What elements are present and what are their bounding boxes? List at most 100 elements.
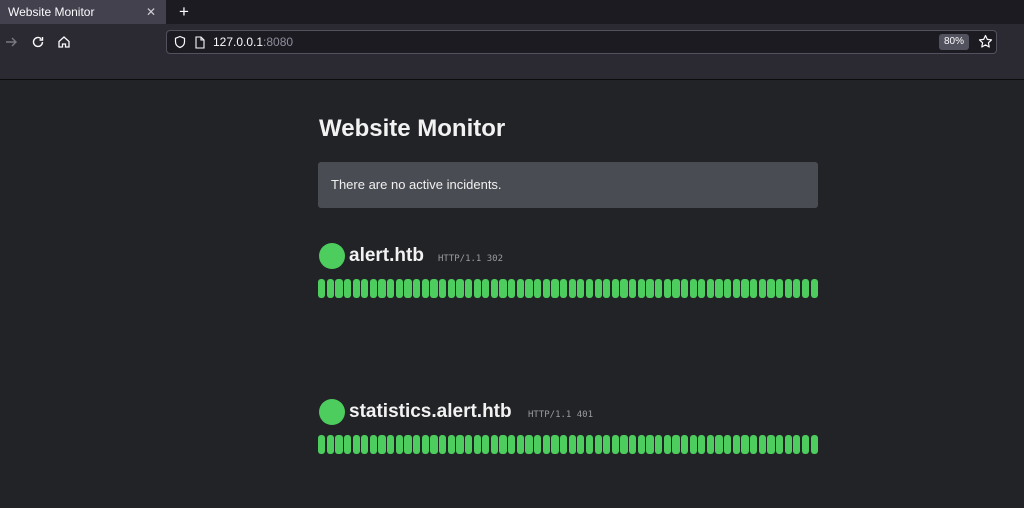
uptime-bar[interactable] <box>395 435 404 454</box>
uptime-bar[interactable] <box>620 279 628 298</box>
uptime-bar[interactable] <box>680 435 689 454</box>
zoom-level-button[interactable]: 80% <box>939 34 970 50</box>
uptime-bar[interactable] <box>421 435 429 454</box>
uptime-bar[interactable] <box>637 435 645 454</box>
uptime-bar[interactable] <box>318 279 326 298</box>
uptime-bar[interactable] <box>490 435 499 454</box>
shield-icon[interactable] <box>173 35 187 49</box>
uptime-bar[interactable] <box>611 435 620 454</box>
uptime-bar[interactable] <box>663 435 671 454</box>
uptime-bar[interactable] <box>732 435 740 454</box>
uptime-bar[interactable] <box>534 279 542 298</box>
uptime-bar[interactable] <box>490 279 499 298</box>
uptime-bar[interactable] <box>810 279 818 298</box>
uptime-bar[interactable] <box>369 435 378 454</box>
uptime-bar[interactable] <box>464 435 473 454</box>
uptime-bar[interactable] <box>404 279 412 298</box>
uptime-bar[interactable] <box>784 279 792 298</box>
uptime-bar[interactable] <box>508 279 516 298</box>
uptime-bar[interactable] <box>801 279 810 298</box>
new-tab-button[interactable]: + <box>174 2 194 22</box>
uptime-bar[interactable] <box>568 279 576 298</box>
uptime-bar[interactable] <box>775 279 784 298</box>
uptime-bar[interactable] <box>577 279 585 298</box>
uptime-bar[interactable] <box>663 279 671 298</box>
page-icon[interactable] <box>194 36 206 49</box>
uptime-bar[interactable] <box>430 279 438 298</box>
close-icon[interactable]: ✕ <box>144 5 158 19</box>
uptime-bar[interactable] <box>378 279 386 298</box>
bookmark-star-icon[interactable] <box>978 34 993 49</box>
uptime-bar[interactable] <box>456 279 464 298</box>
uptime-bar[interactable] <box>559 435 568 454</box>
uptime-bar[interactable] <box>758 435 766 454</box>
uptime-bar[interactable] <box>767 435 775 454</box>
uptime-bar[interactable] <box>361 279 369 298</box>
uptime-bar[interactable] <box>689 435 697 454</box>
uptime-bar[interactable] <box>447 279 455 298</box>
uptime-bar[interactable] <box>741 279 749 298</box>
uptime-bar[interactable] <box>698 279 706 298</box>
uptime-bar[interactable] <box>750 435 758 454</box>
uptime-bar[interactable] <box>568 435 576 454</box>
uptime-bar[interactable] <box>343 435 352 454</box>
uptime-bar[interactable] <box>672 435 680 454</box>
uptime-bar[interactable] <box>482 435 490 454</box>
uptime-bar[interactable] <box>603 279 611 298</box>
url-bar[interactable]: 127.0.0.1:8080 80% <box>166 30 997 54</box>
uptime-bar[interactable] <box>810 435 818 454</box>
uptime-bar[interactable] <box>577 435 585 454</box>
forward-button[interactable] <box>0 31 22 53</box>
uptime-bar[interactable] <box>646 435 654 454</box>
uptime-bar[interactable] <box>706 435 715 454</box>
uptime-bar[interactable] <box>473 435 481 454</box>
uptime-bar[interactable] <box>741 435 749 454</box>
uptime-bar[interactable] <box>732 279 740 298</box>
uptime-bar[interactable] <box>767 279 775 298</box>
uptime-bar[interactable] <box>594 279 602 298</box>
uptime-bar[interactable] <box>335 435 343 454</box>
uptime-bar[interactable] <box>473 279 481 298</box>
uptime-bar[interactable] <box>361 435 369 454</box>
uptime-bar[interactable] <box>620 435 628 454</box>
uptime-bar[interactable] <box>793 435 801 454</box>
uptime-bar[interactable] <box>369 279 378 298</box>
uptime-bar[interactable] <box>404 435 412 454</box>
uptime-bar[interactable] <box>698 435 706 454</box>
uptime-bar[interactable] <box>784 435 792 454</box>
uptime-bar[interactable] <box>750 279 758 298</box>
tab-website-monitor[interactable]: Website Monitor ✕ <box>0 0 166 24</box>
uptime-bar[interactable] <box>594 435 602 454</box>
uptime-bar[interactable] <box>438 279 447 298</box>
uptime-bar[interactable] <box>724 435 732 454</box>
uptime-bar[interactable] <box>335 279 343 298</box>
uptime-bar[interactable] <box>758 279 766 298</box>
uptime-bar[interactable] <box>775 435 784 454</box>
uptime-bar[interactable] <box>387 435 395 454</box>
uptime-bar[interactable] <box>430 435 438 454</box>
uptime-bar[interactable] <box>585 435 594 454</box>
uptime-bar[interactable] <box>559 279 568 298</box>
uptime-bar[interactable] <box>326 435 334 454</box>
uptime-bar[interactable] <box>387 279 395 298</box>
uptime-bar[interactable] <box>793 279 801 298</box>
uptime-bar[interactable] <box>499 435 507 454</box>
uptime-bar[interactable] <box>654 279 663 298</box>
uptime-bar[interactable] <box>421 279 429 298</box>
uptime-bar[interactable] <box>525 279 533 298</box>
uptime-bar[interactable] <box>395 279 404 298</box>
url-text[interactable]: 127.0.0.1:8080 <box>213 35 293 49</box>
uptime-bar[interactable] <box>551 435 559 454</box>
uptime-bar[interactable] <box>464 279 473 298</box>
uptime-bar[interactable] <box>499 279 507 298</box>
uptime-bar[interactable] <box>542 279 550 298</box>
uptime-bar[interactable] <box>378 435 386 454</box>
uptime-bar[interactable] <box>654 435 663 454</box>
uptime-bar[interactable] <box>447 435 455 454</box>
uptime-bar[interactable] <box>318 435 326 454</box>
uptime-bar[interactable] <box>801 435 810 454</box>
uptime-bar[interactable] <box>508 435 516 454</box>
uptime-bar[interactable] <box>611 279 620 298</box>
uptime-bar[interactable] <box>534 435 542 454</box>
uptime-bar[interactable] <box>646 279 654 298</box>
